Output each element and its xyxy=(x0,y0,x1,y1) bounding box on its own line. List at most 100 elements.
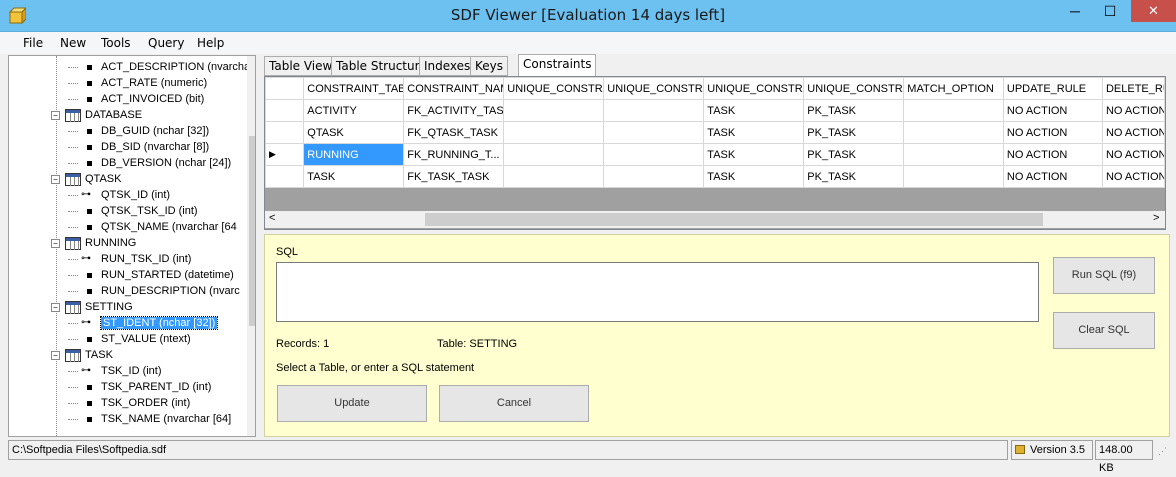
row-header[interactable] xyxy=(265,121,305,144)
close-button[interactable]: ✕ xyxy=(1131,0,1176,22)
table-cell[interactable]: PK_TASK xyxy=(803,121,905,144)
table-cell[interactable]: FK_RUNNING_T... xyxy=(403,143,505,166)
table-row[interactable]: TASK FK_TASK_TASK TASK PK_TASK NO ACTION NO A… xyxy=(265,165,1165,188)
tree-table-node[interactable]: − RUNNING xyxy=(51,235,136,251)
table-cell[interactable]: QTASK xyxy=(303,121,405,144)
table-cell[interactable]: TASK xyxy=(703,143,805,166)
tree-column-node[interactable]: ⊶ QTSK_ID (int) xyxy=(68,187,170,203)
table-cell[interactable]: ACTIVITY xyxy=(303,99,405,122)
table-cell[interactable] xyxy=(603,143,705,166)
tree-column-node[interactable]: TSK_ORDER (int) xyxy=(68,395,190,411)
row-header[interactable] xyxy=(265,99,305,122)
column-header[interactable]: UNIQUE_CONSTRA xyxy=(803,77,905,100)
minimize-button[interactable]: ─ xyxy=(1060,0,1090,22)
table-cell[interactable]: RUNNING xyxy=(303,143,405,166)
tab-keys[interactable]: Keys xyxy=(470,56,509,76)
tab-indexes[interactable]: Indexes xyxy=(419,56,476,76)
table-cell[interactable]: FK_ACTIVITY_TASK xyxy=(403,99,505,122)
table-cell[interactable]: FK_QTASK_TASK xyxy=(403,121,505,144)
tree-column-node[interactable]: ACT_DESCRIPTION (nvarchar xyxy=(68,59,254,75)
scroll-right-icon[interactable]: > xyxy=(1153,212,1159,224)
table-row[interactable]: ACTIVITY FK_ACTIVITY_TASK TASK PK_TASK NO AC… xyxy=(265,99,1165,122)
table-cell[interactable] xyxy=(903,99,1004,122)
tree-table-node[interactable]: − DATABASE xyxy=(51,107,142,123)
column-header[interactable]: CONSTRAINT_TABL xyxy=(303,77,405,100)
sql-input[interactable] xyxy=(276,262,1039,322)
tree-table-node[interactable]: − TASK xyxy=(51,347,113,363)
menu-tools[interactable]: Tools xyxy=(101,36,131,50)
tree-column-node[interactable]: ACT_INVOICED (bit) xyxy=(68,91,204,107)
table-cell[interactable]: TASK xyxy=(703,121,805,144)
collapse-icon[interactable]: − xyxy=(51,110,60,120)
resize-grip-icon[interactable]: ⋰ xyxy=(1158,446,1167,457)
tree-column-node[interactable]: ST_VALUE (ntext) xyxy=(68,331,191,347)
schema-tree[interactable]: ACT_DESCRIPTION (nvarchar ACT_RATE (numer… xyxy=(8,55,256,437)
table-cell[interactable] xyxy=(903,165,1004,188)
column-header[interactable]: UNIQUE_CONSTRA xyxy=(503,77,605,100)
tab-table-structure[interactable]: Table Structure xyxy=(331,56,432,76)
table-cell[interactable]: NO ACTION xyxy=(1002,121,1103,144)
table-cell[interactable]: TASK xyxy=(303,165,405,188)
menu-query[interactable]: Query xyxy=(148,36,184,50)
tree-table-node[interactable]: − SETTING xyxy=(51,299,133,315)
maximize-button[interactable]: ☐ xyxy=(1095,0,1125,22)
column-header[interactable]: UNIQUE_CONSTRA xyxy=(703,77,805,100)
column-header[interactable]: DELETE_RU xyxy=(1101,77,1165,100)
tree-scrollbar[interactable] xyxy=(247,56,255,436)
table-cell[interactable]: NO ACTION xyxy=(1101,143,1165,166)
tree-column-node[interactable]: RUN_DESCRIPTION (nvarc xyxy=(68,283,240,299)
tree-column-node[interactable]: RUN_STARTED (datetime) xyxy=(68,267,234,283)
grid-scroll-thumb[interactable] xyxy=(425,213,1043,226)
table-cell[interactable]: NO ACTION xyxy=(1101,121,1165,144)
row-header[interactable]: ▶ xyxy=(265,143,305,166)
tree-column-node[interactable]: ACT_RATE (numeric) xyxy=(68,75,207,91)
menu-new[interactable]: New xyxy=(60,36,86,50)
table-cell[interactable] xyxy=(903,143,1004,166)
table-cell[interactable] xyxy=(903,121,1004,144)
tab-table-view[interactable]: Table View xyxy=(264,56,338,76)
table-cell[interactable]: PK_TASK xyxy=(803,143,905,166)
table-cell[interactable]: NO ACTION xyxy=(1101,165,1165,188)
constraints-grid[interactable]: CONSTRAINT_TABL CONSTRAINT_NAM UNIQUE_CONS… xyxy=(264,76,1166,230)
tree-table-node[interactable]: − QTASK xyxy=(51,171,121,187)
table-row[interactable]: ▶ RUNNING FK_RUNNING_T... TASK PK_TASK NO ACT… xyxy=(265,143,1165,166)
tree-column-node[interactable]: ⊶ RUN_TSK_ID (int) xyxy=(68,251,191,267)
update-button[interactable]: Update xyxy=(277,385,427,422)
run-sql-button[interactable]: Run SQL (f9) xyxy=(1053,257,1155,294)
table-cell[interactable]: NO ACTION xyxy=(1002,99,1103,122)
table-cell[interactable] xyxy=(603,121,705,144)
table-cell[interactable]: NO ACTION xyxy=(1101,99,1165,122)
table-cell[interactable]: TASK xyxy=(703,99,805,122)
tree-column-node[interactable]: DB_SID (nvarchar [8]) xyxy=(68,139,209,155)
cancel-button[interactable]: Cancel xyxy=(439,385,589,422)
table-cell[interactable] xyxy=(503,121,605,144)
row-header[interactable] xyxy=(265,165,305,188)
table-cell[interactable] xyxy=(503,143,605,166)
tree-column-node[interactable]: ⊶ ST_IDENT (nchar [32]) xyxy=(68,315,219,331)
table-cell[interactable]: PK_TASK xyxy=(803,165,905,188)
menu-file[interactable]: File xyxy=(23,36,43,50)
column-header[interactable]: UNIQUE_CONSTRA xyxy=(603,77,705,100)
table-cell[interactable] xyxy=(503,99,605,122)
scroll-left-icon[interactable]: < xyxy=(269,212,275,224)
table-cell[interactable]: PK_TASK xyxy=(803,99,905,122)
tree-scroll-thumb[interactable] xyxy=(249,136,255,326)
collapse-icon[interactable]: − xyxy=(51,350,60,360)
table-cell[interactable] xyxy=(503,165,605,188)
table-cell[interactable] xyxy=(603,99,705,122)
tree-column-node[interactable]: TSK_PARENT_ID (int) xyxy=(68,379,211,395)
collapse-icon[interactable]: − xyxy=(51,174,60,184)
tree-column-node[interactable]: DB_GUID (nchar [32]) xyxy=(68,123,209,139)
table-row[interactable]: QTASK FK_QTASK_TASK TASK PK_TASK NO ACTION NO… xyxy=(265,121,1165,144)
clear-sql-button[interactable]: Clear SQL xyxy=(1053,312,1155,349)
tree-column-node[interactable]: QTSK_TSK_ID (int) xyxy=(68,203,198,219)
menu-help[interactable]: Help xyxy=(197,36,224,50)
table-cell[interactable]: FK_TASK_TASK xyxy=(403,165,505,188)
grid-horizontal-scrollbar[interactable]: < > xyxy=(265,211,1165,228)
tree-column-node[interactable]: ⊶ TSK_ID (int) xyxy=(68,363,162,379)
table-cell[interactable]: NO ACTION xyxy=(1002,143,1103,166)
table-cell[interactable]: NO ACTION xyxy=(1002,165,1103,188)
tree-column-node[interactable]: DB_VERSION (nchar [24]) xyxy=(68,155,231,171)
table-cell[interactable] xyxy=(603,165,705,188)
column-header[interactable]: UPDATE_RULE xyxy=(1002,77,1103,100)
